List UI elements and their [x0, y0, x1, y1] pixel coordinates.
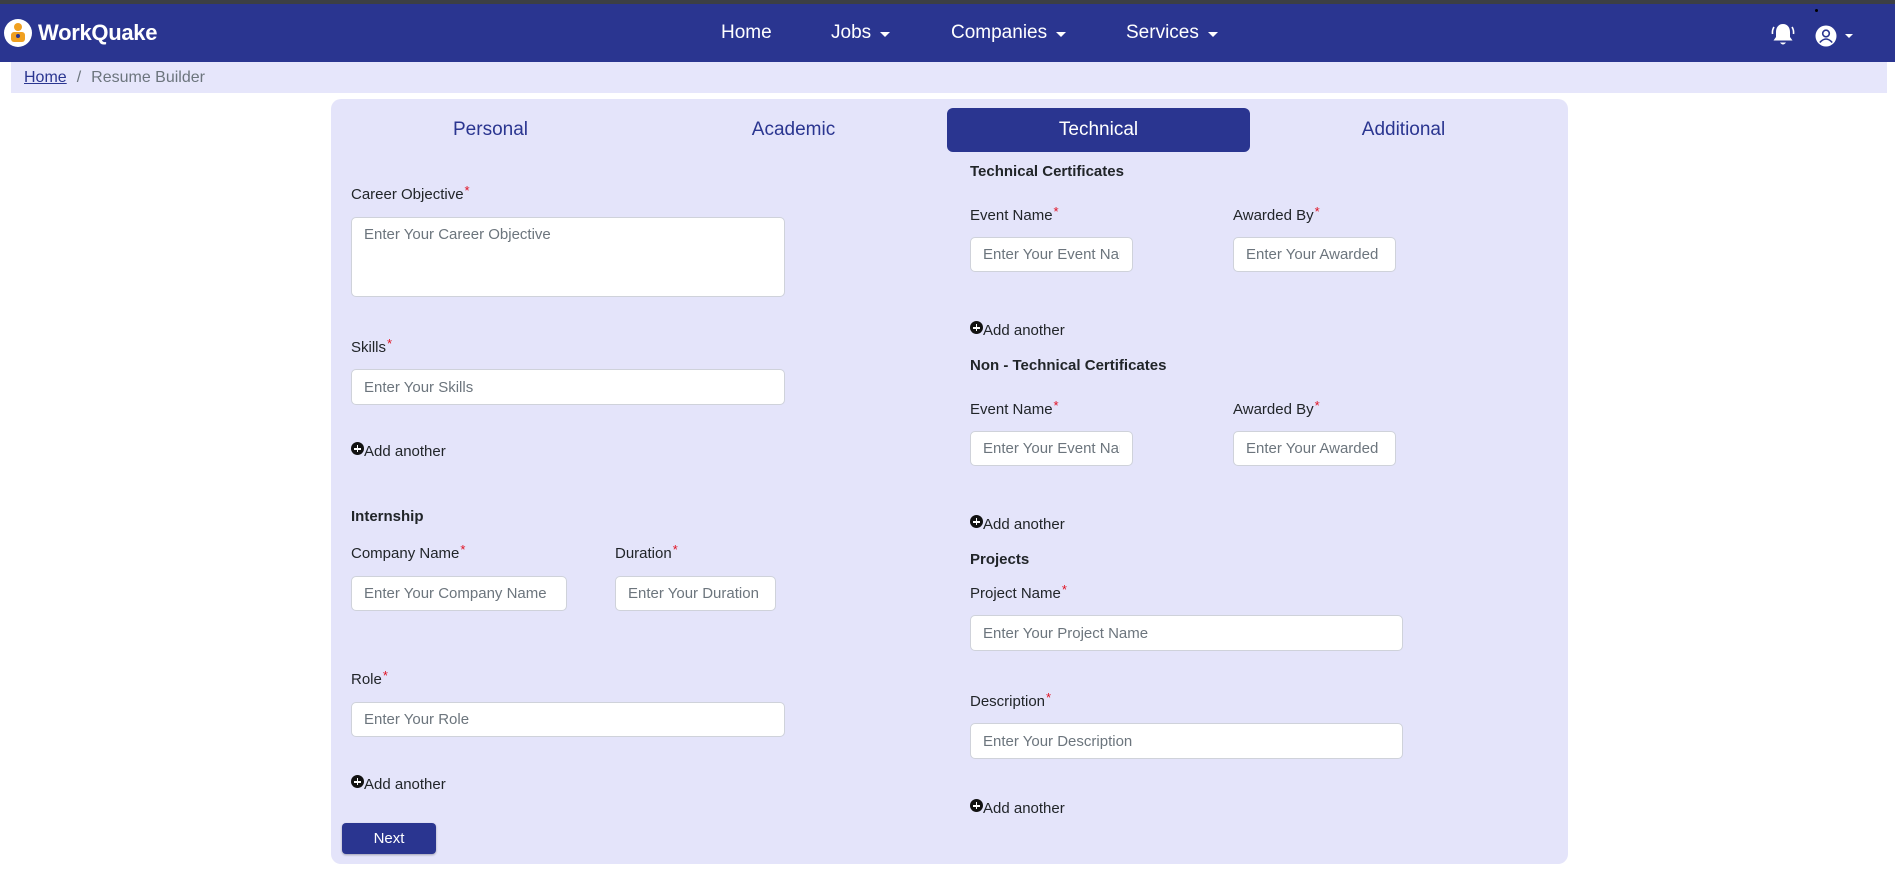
- duration-input[interactable]: [615, 576, 776, 611]
- career-objective-field[interactable]: [351, 217, 785, 297]
- plus-circle-icon: [351, 442, 364, 455]
- nav-services-dropdown[interactable]: Services: [1126, 22, 1218, 44]
- nav-jobs-label: Jobs: [831, 22, 872, 43]
- brand-logo-icon: [4, 19, 32, 47]
- required-marker: *: [464, 183, 470, 198]
- skills-label-text: Skills: [351, 339, 387, 356]
- project-name-input[interactable]: [970, 615, 1403, 651]
- add-project-button[interactable]: Add another: [970, 799, 1065, 817]
- role-label-text: Role: [351, 671, 382, 688]
- project-name-label-text: Project Name: [970, 585, 1061, 602]
- plus-circle-icon: [970, 515, 983, 528]
- required-marker: *: [1053, 398, 1059, 413]
- required-marker: *: [672, 542, 678, 557]
- breadcrumb-current: Resume Builder: [91, 68, 205, 86]
- nav-companies-dropdown[interactable]: Companies: [951, 22, 1067, 44]
- user-circle-icon[interactable]: [1815, 25, 1837, 47]
- top-navbar: WorkQuake Home Jobs Companies Services: [0, 4, 1895, 62]
- add-skill-button[interactable]: Add another: [351, 442, 446, 460]
- project-name-label: Project Name*: [970, 582, 1067, 602]
- tab-academic[interactable]: Academic: [642, 108, 945, 152]
- technical-certificates-title: Technical Certificates: [970, 163, 1124, 180]
- add-another-label: Add another: [364, 443, 446, 460]
- required-marker: *: [460, 542, 466, 557]
- account-chevron-down-icon[interactable]: [1845, 34, 1853, 38]
- brand-link[interactable]: WorkQuake: [4, 17, 157, 49]
- required-marker: *: [1314, 398, 1320, 413]
- add-another-label: Add another: [983, 516, 1065, 533]
- description-label: Description*: [970, 690, 1052, 710]
- plus-circle-icon: [970, 799, 983, 812]
- add-technical-certificate-button[interactable]: Add another: [970, 321, 1065, 339]
- required-marker: *: [387, 336, 393, 351]
- nontech-event-name-input[interactable]: [970, 431, 1133, 466]
- nontech-event-name-label-text: Event Name: [970, 401, 1053, 418]
- required-marker: *: [382, 668, 388, 683]
- company-name-label: Company Name*: [351, 542, 466, 562]
- projects-title: Projects: [970, 551, 1030, 568]
- nav-jobs-dropdown[interactable]: Jobs: [831, 22, 891, 44]
- add-another-label: Add another: [983, 800, 1065, 817]
- tech-event-name-label: Event Name*: [970, 204, 1059, 224]
- tech-event-name-label-text: Event Name: [970, 207, 1053, 224]
- chevron-down-icon: [1207, 31, 1218, 37]
- breadcrumb: Home / Resume Builder: [11, 62, 1887, 93]
- add-another-label: Add another: [983, 322, 1065, 339]
- required-marker: *: [1053, 204, 1059, 219]
- internship-title: Internship: [351, 508, 424, 525]
- chevron-down-icon: [1056, 31, 1067, 37]
- company-name-input[interactable]: [351, 576, 567, 611]
- non-technical-certificates-title: Non - Technical Certificates: [970, 357, 1167, 374]
- role-label: Role*: [351, 668, 388, 688]
- add-internship-button[interactable]: Add another: [351, 775, 446, 793]
- role-input[interactable]: [351, 702, 785, 737]
- brand-name: WorkQuake: [38, 20, 158, 45]
- career-objective-label-text: Career Objective: [351, 186, 464, 203]
- tech-event-name-input[interactable]: [970, 237, 1133, 272]
- nontech-event-name-label: Event Name*: [970, 398, 1059, 418]
- career-objective-label: Career Objective*: [351, 183, 470, 203]
- required-marker: *: [1061, 582, 1067, 597]
- next-button[interactable]: Next: [342, 823, 436, 854]
- skills-input[interactable]: [351, 369, 785, 405]
- nontech-awarded-by-label: Awarded By*: [1233, 398, 1320, 418]
- nav-companies-label: Companies: [951, 22, 1048, 43]
- add-another-label: Add another: [364, 776, 446, 793]
- duration-label-text: Duration: [615, 545, 672, 562]
- description-input[interactable]: [970, 723, 1403, 759]
- bell-icon[interactable]: [1771, 22, 1795, 48]
- plus-circle-icon: [970, 321, 983, 334]
- plus-circle-icon: [351, 775, 364, 788]
- nav-home[interactable]: Home: [721, 22, 772, 44]
- tab-technical[interactable]: Technical: [947, 108, 1250, 152]
- tech-awarded-by-label-text: Awarded By: [1233, 207, 1314, 224]
- add-non-technical-certificate-button[interactable]: Add another: [970, 515, 1065, 533]
- skills-label: Skills*: [351, 336, 393, 356]
- notification-dot: [1815, 9, 1818, 12]
- nontech-awarded-by-label-text: Awarded By: [1233, 401, 1314, 418]
- tab-additional[interactable]: Additional: [1252, 108, 1555, 152]
- required-marker: *: [1046, 690, 1052, 705]
- company-name-label-text: Company Name: [351, 545, 460, 562]
- nav-home-label: Home: [721, 22, 772, 43]
- description-label-text: Description: [970, 693, 1046, 710]
- nav-services-label: Services: [1126, 22, 1199, 43]
- tech-awarded-by-label: Awarded By*: [1233, 204, 1320, 224]
- breadcrumb-separator: /: [76, 68, 82, 86]
- nontech-awarded-by-input[interactable]: [1233, 431, 1396, 466]
- duration-label: Duration*: [615, 542, 678, 562]
- tab-personal[interactable]: Personal: [339, 108, 642, 152]
- chevron-down-icon: [880, 31, 891, 37]
- breadcrumb-home-link[interactable]: Home: [24, 69, 67, 87]
- required-marker: *: [1314, 204, 1320, 219]
- tech-awarded-by-input[interactable]: [1233, 237, 1396, 272]
